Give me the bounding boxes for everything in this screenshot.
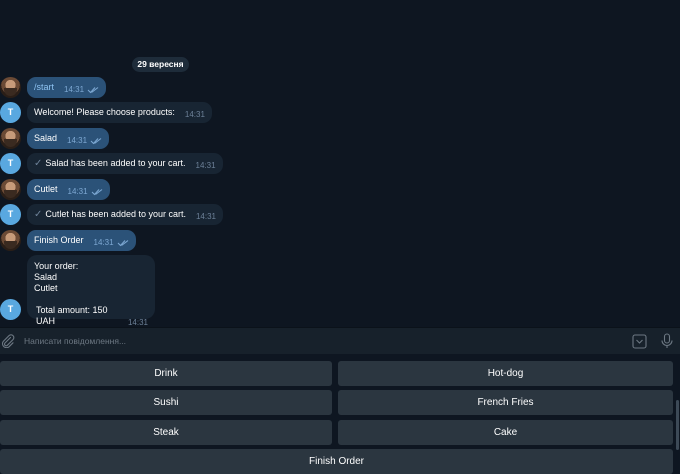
chat-history: 29 вересня /start 14:31 T Welcome! Pleas… <box>0 0 680 327</box>
outgoing-message[interactable]: /start 14:31 <box>27 77 107 98</box>
message-row: /start 14:31 <box>0 77 680 99</box>
message-time: 14:31 <box>195 161 216 170</box>
order-item: Salad <box>34 272 58 282</box>
message-row: T Welcome! Please choose products: 14:31 <box>0 102 680 124</box>
double-check-icon <box>117 239 129 247</box>
message-text: Salad has been added to your cart. <box>45 158 186 168</box>
message-input-bar: Написати повідомлення... <box>0 327 680 354</box>
message-row: Salad 14:31 <box>0 128 680 150</box>
outgoing-message[interactable]: Cutlet 14:31 <box>27 179 110 200</box>
message-time: 14:31 <box>184 110 205 119</box>
message-text: Cutlet <box>34 184 58 194</box>
user-avatar[interactable] <box>0 179 21 200</box>
user-avatar[interactable] <box>0 77 21 98</box>
message-time: 14:31 <box>93 238 114 247</box>
checkmark-icon: ✓ <box>34 209 43 220</box>
bot-reply-keyboard: Drink Hot-dog Sushi French Fries Steak C… <box>0 354 680 474</box>
message-time: 14:31 <box>67 187 88 196</box>
keyboard-button-steak[interactable]: Steak <box>0 420 332 445</box>
message-time: 14:31 <box>195 212 217 221</box>
message-row: Finish Order 14:31 <box>0 230 680 252</box>
message-input[interactable]: Написати повідомлення... <box>24 336 126 346</box>
keyboard-button-drink[interactable]: Drink <box>0 361 332 386</box>
keyboard-button-hot-dog[interactable]: Hot-dog <box>338 361 673 386</box>
user-avatar[interactable] <box>0 230 21 251</box>
message-text: Welcome! Please choose products: <box>34 107 175 117</box>
outgoing-message[interactable]: Finish Order 14:31 <box>27 230 136 251</box>
incoming-message[interactable]: Welcome! Please choose products: 14:31 <box>27 102 212 123</box>
microphone-icon[interactable] <box>660 333 674 349</box>
checkmark-icon: ✓ <box>34 158 43 169</box>
message-text[interactable]: /start <box>34 77 54 98</box>
keyboard-button-sushi[interactable]: Sushi <box>0 390 332 415</box>
attach-icon[interactable] <box>1 334 15 349</box>
incoming-message[interactable]: ✓ Cutlet has been added to your cart. 14… <box>27 204 224 225</box>
message-time: 14:31 <box>64 85 85 94</box>
message-row: T ✓ Salad has been added to your cart. 1… <box>0 153 680 175</box>
keyboard-scrollbar[interactable] <box>676 400 679 450</box>
user-avatar[interactable] <box>0 128 21 149</box>
message-text: Finish Order <box>34 235 84 245</box>
keyboard-button-french-fries[interactable]: French Fries <box>338 390 673 415</box>
bot-avatar[interactable]: T <box>0 102 21 123</box>
date-separator: 29 вересня <box>132 57 189 72</box>
message-row: Cutlet 14:31 <box>0 179 680 201</box>
message-row: T ✓ Cutlet has been added to your cart. … <box>0 204 680 226</box>
bot-avatar[interactable]: T <box>0 299 21 320</box>
bot-avatar[interactable]: T <box>0 204 21 225</box>
keyboard-button-finish-order[interactable]: Finish Order <box>0 449 673 474</box>
bot-avatar[interactable]: T <box>0 153 21 174</box>
outgoing-message[interactable]: Salad 14:31 <box>27 128 110 149</box>
order-header: Your order: <box>34 261 79 271</box>
order-total: Total amount: 150 UAH <box>36 305 108 326</box>
message-time: 14:31 <box>67 136 88 145</box>
double-check-icon <box>91 188 103 196</box>
keyboard-button-cake[interactable]: Cake <box>338 420 673 445</box>
incoming-message[interactable]: ✓ Salad has been added to your cart. 14:… <box>27 153 223 174</box>
message-text: Salad <box>34 133 58 143</box>
order-summary-message[interactable]: Your order: Salad Cutlet Total amount: 1… <box>27 255 155 327</box>
double-check-icon <box>87 86 99 94</box>
keyboard-toggle-icon[interactable] <box>632 334 647 349</box>
message-text: Cutlet has been added to your cart. <box>45 209 186 219</box>
order-item: Cutlet <box>34 283 58 293</box>
double-check-icon <box>90 137 102 145</box>
